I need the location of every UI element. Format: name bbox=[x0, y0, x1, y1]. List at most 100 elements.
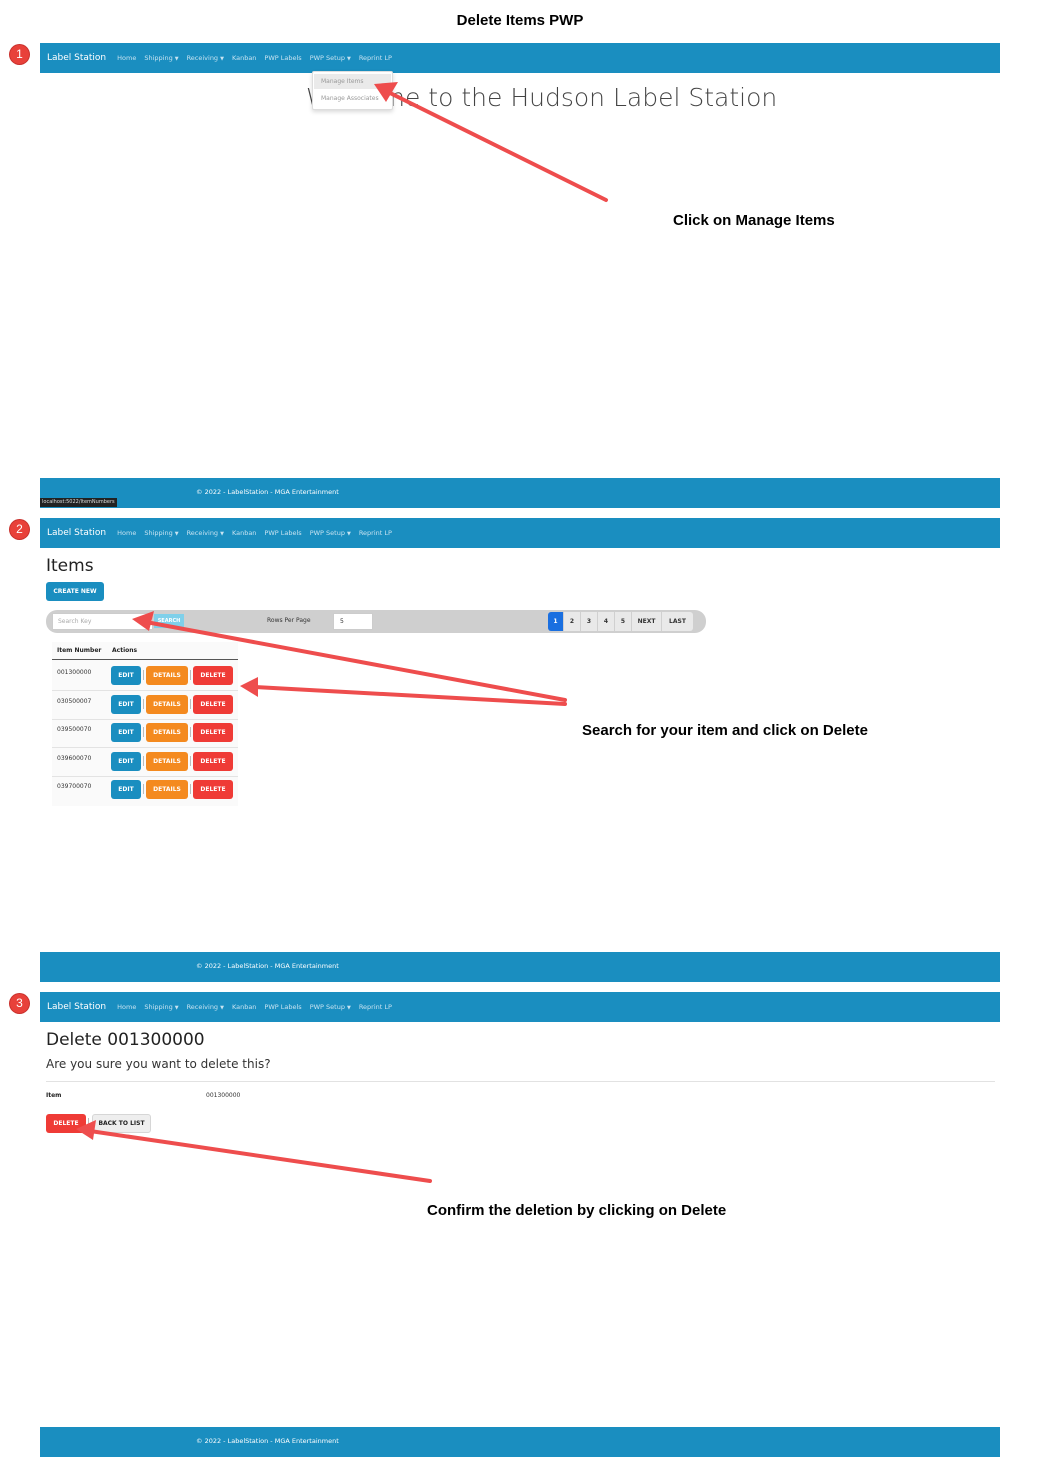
nav-reprint-lp[interactable]: Reprint LP bbox=[359, 54, 392, 62]
row-divider bbox=[52, 719, 238, 720]
nav-pwp-labels[interactable]: PWP Labels bbox=[264, 529, 301, 537]
search-input[interactable]: Search Key bbox=[52, 613, 153, 630]
edit-button[interactable]: EDIT bbox=[111, 723, 141, 742]
nav-receiving[interactable]: Receiving ▼ bbox=[187, 54, 224, 62]
nav-kanban[interactable]: Kanban bbox=[232, 1003, 256, 1011]
search-button[interactable]: SEARCH bbox=[154, 614, 184, 628]
dropdown-manage-associates[interactable]: Manage Associates bbox=[321, 95, 379, 102]
items-page-title: Items bbox=[46, 556, 94, 576]
delete-button[interactable]: DELETE bbox=[193, 752, 233, 771]
nav-home[interactable]: Home bbox=[117, 529, 136, 537]
action-separator bbox=[190, 699, 191, 709]
nav-kanban[interactable]: Kanban bbox=[232, 529, 256, 537]
delete-button[interactable]: DELETE bbox=[193, 780, 233, 799]
pwp-setup-dropdown: Manage Items Manage Associates bbox=[312, 71, 393, 110]
nav-shipping[interactable]: Shipping ▼ bbox=[144, 54, 178, 62]
page-3-button[interactable]: 3 bbox=[581, 612, 598, 631]
edit-button[interactable]: EDIT bbox=[111, 695, 141, 714]
chevron-down-icon: ▼ bbox=[174, 1005, 179, 1011]
edit-button[interactable]: EDIT bbox=[111, 780, 141, 799]
rows-per-page-label: Rows Per Page bbox=[267, 617, 311, 624]
item-value: 001300000 bbox=[206, 1092, 241, 1099]
action-separator bbox=[143, 699, 144, 709]
step-3-badge: 3 bbox=[10, 994, 29, 1013]
nav-receiving[interactable]: Receiving ▼ bbox=[187, 529, 224, 537]
nav-shipping[interactable]: Shipping ▼ bbox=[144, 529, 178, 537]
delete-button[interactable]: DELETE bbox=[193, 723, 233, 742]
action-separator bbox=[143, 756, 144, 766]
navbar-brand[interactable]: Label Station bbox=[47, 528, 106, 538]
delete-button[interactable]: DELETE bbox=[193, 695, 233, 714]
details-button[interactable]: DETAILS bbox=[146, 695, 188, 714]
table-header-divider bbox=[52, 659, 238, 660]
row-divider bbox=[52, 690, 238, 691]
nav-kanban[interactable]: Kanban bbox=[232, 54, 256, 62]
edit-button[interactable]: EDIT bbox=[111, 752, 141, 771]
chevron-down-icon: ▼ bbox=[174, 531, 179, 537]
chevron-down-icon: ▼ bbox=[174, 56, 179, 62]
nav-home[interactable]: Home bbox=[117, 54, 136, 62]
nav-pwp-labels[interactable]: PWP Labels bbox=[264, 1003, 301, 1011]
nav-reprint-lp[interactable]: Reprint LP bbox=[359, 1003, 392, 1011]
footer-text: © 2022 - LabelStation - MGA Entertainmen… bbox=[196, 1437, 339, 1445]
status-bar-url: localhost:5022/ItemNumbers bbox=[40, 498, 117, 507]
footer-text: © 2022 - LabelStation - MGA Entertainmen… bbox=[196, 488, 339, 496]
footer-step-2: © 2022 - LabelStation - MGA Entertainmen… bbox=[40, 952, 1000, 982]
arrow-to-confirm-delete bbox=[88, 1129, 432, 1183]
dropdown-manage-items[interactable]: Manage Items bbox=[321, 78, 364, 85]
nav-pwp-setup[interactable]: PWP Setup ▼ bbox=[310, 54, 351, 62]
step-1-callout: Click on Manage Items bbox=[673, 212, 835, 229]
item-label: Item bbox=[46, 1092, 62, 1099]
page-4-button[interactable]: 4 bbox=[598, 612, 615, 631]
edit-button[interactable]: EDIT bbox=[111, 666, 141, 685]
back-to-list-button[interactable]: BACK TO LIST bbox=[92, 1114, 151, 1133]
nav-pwp-setup[interactable]: PWP Setup ▼ bbox=[310, 529, 351, 537]
column-header-item-number: Item Number bbox=[57, 647, 102, 654]
nav-pwp-setup[interactable]: PWP Setup ▼ bbox=[310, 1003, 351, 1011]
page-1-button[interactable]: 1 bbox=[548, 612, 564, 631]
create-new-button[interactable]: CREATE NEW bbox=[46, 582, 104, 601]
details-button[interactable]: DETAILS bbox=[146, 666, 188, 685]
nav-shipping[interactable]: Shipping ▼ bbox=[144, 1003, 178, 1011]
footer-step-1: © 2022 - LabelStation - MGA Entertainmen… bbox=[40, 478, 1000, 508]
rows-per-page-input[interactable]: 5 bbox=[333, 613, 373, 630]
step-2-badge: 2 bbox=[10, 520, 29, 539]
action-separator bbox=[88, 1118, 89, 1128]
chevron-down-icon: ▼ bbox=[220, 1005, 224, 1011]
details-button[interactable]: DETAILS bbox=[146, 780, 188, 799]
nav-receiving[interactable]: Receiving ▼ bbox=[187, 1003, 224, 1011]
chevron-down-icon: ▼ bbox=[220, 531, 224, 537]
table-row-item-number: 030500007 bbox=[57, 698, 92, 705]
navbar-brand[interactable]: Label Station bbox=[47, 53, 106, 63]
action-separator bbox=[190, 784, 191, 794]
arrowhead-delete-button bbox=[240, 677, 258, 697]
nav-pwp-labels[interactable]: PWP Labels bbox=[264, 54, 301, 62]
chevron-down-icon: ▼ bbox=[346, 531, 351, 537]
last-page-button[interactable]: LAST bbox=[662, 612, 693, 631]
navbar-step-1: Label Station Home Shipping ▼ Receiving ▼ … bbox=[40, 43, 1000, 73]
action-separator bbox=[190, 670, 191, 680]
nav-reprint-lp[interactable]: Reprint LP bbox=[359, 529, 392, 537]
navbar-brand[interactable]: Label Station bbox=[47, 1002, 106, 1012]
action-separator bbox=[190, 727, 191, 737]
details-button[interactable]: DETAILS bbox=[146, 752, 188, 771]
navbar-step-2: Label Station Home Shipping ▼ Receiving ▼ … bbox=[40, 518, 1000, 548]
table-row-item-number: 039700070 bbox=[57, 783, 92, 790]
page-5-button[interactable]: 5 bbox=[615, 612, 632, 631]
action-separator bbox=[190, 756, 191, 766]
column-header-actions: Actions bbox=[112, 647, 138, 654]
navbar-step-3: Label Station Home Shipping ▼ Receiving ▼ … bbox=[40, 992, 1000, 1022]
next-page-button[interactable]: NEXT bbox=[632, 612, 662, 631]
nav-home[interactable]: Home bbox=[117, 1003, 136, 1011]
delete-button[interactable]: DELETE bbox=[193, 666, 233, 685]
details-button[interactable]: DETAILS bbox=[146, 723, 188, 742]
step-3-callout: Confirm the deletion by clicking on Dele… bbox=[427, 1202, 727, 1219]
action-separator bbox=[143, 784, 144, 794]
delete-page-title: Delete 001300000 bbox=[46, 1030, 205, 1050]
confirm-delete-button[interactable]: DELETE bbox=[46, 1114, 86, 1133]
footer-step-3: © 2022 - LabelStation - MGA Entertainmen… bbox=[40, 1427, 1000, 1457]
footer-text: © 2022 - LabelStation - MGA Entertainmen… bbox=[196, 962, 339, 970]
step-2-callout: Search for your item and click on Delete bbox=[582, 722, 868, 739]
arrow-to-delete-button bbox=[253, 685, 567, 706]
page-2-button[interactable]: 2 bbox=[564, 612, 581, 631]
